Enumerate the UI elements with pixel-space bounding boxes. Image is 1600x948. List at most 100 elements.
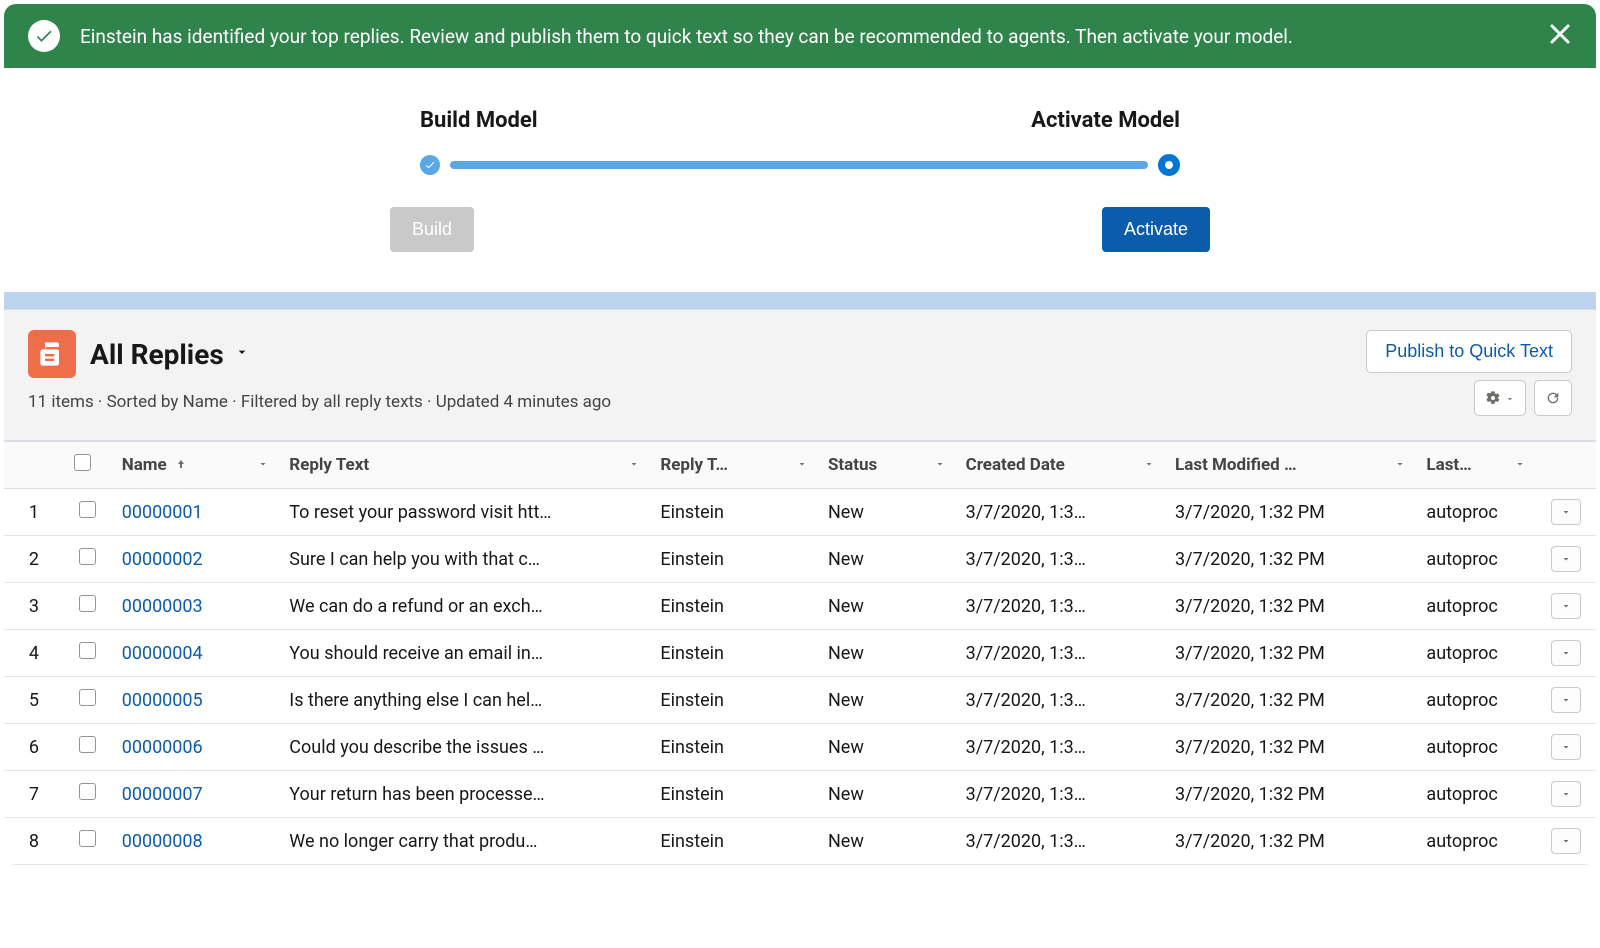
chevron-down-icon[interactable]	[1514, 455, 1526, 475]
row-number: 6	[4, 724, 64, 771]
row-actions-button[interactable]	[1551, 781, 1581, 807]
list-header: All Replies Publish to Quick Text 11 ite…	[4, 310, 1596, 441]
row-actions-button[interactable]	[1551, 734, 1581, 760]
cell-created-date: 3/7/2020, 1:3…	[956, 630, 1165, 677]
cell-status: New	[818, 583, 956, 630]
cell-name[interactable]: 00000006	[112, 724, 280, 771]
row-select[interactable]	[64, 583, 112, 630]
cell-name[interactable]: 00000003	[112, 583, 280, 630]
chevron-down-icon[interactable]	[1143, 455, 1155, 475]
col-header-last-by[interactable]: Last…	[1416, 442, 1536, 489]
col-header-reply-type[interactable]: Reply T…	[650, 442, 818, 489]
chevron-down-icon[interactable]	[628, 455, 640, 475]
col-header-last-modified[interactable]: Last Modified …	[1165, 442, 1416, 489]
checkbox-icon[interactable]	[79, 736, 96, 753]
cell-reply-type: Einstein	[650, 630, 818, 677]
cell-reply-type: Einstein	[650, 677, 818, 724]
progress-node-complete-icon	[420, 155, 440, 175]
progress-step-activate-label: Activate Model	[1031, 108, 1180, 133]
progress-node-current-icon	[1158, 154, 1180, 176]
list-view-title[interactable]: All Replies	[90, 338, 224, 371]
cell-created-date: 3/7/2020, 1:3…	[956, 583, 1165, 630]
row-actions-button[interactable]	[1551, 640, 1581, 666]
cell-reply-type: Einstein	[650, 583, 818, 630]
chevron-down-icon[interactable]	[796, 455, 808, 475]
chevron-down-icon[interactable]	[257, 455, 269, 475]
cell-name[interactable]: 00000002	[112, 536, 280, 583]
cell-name[interactable]: 00000005	[112, 677, 280, 724]
list-view-switcher-icon[interactable]	[234, 344, 250, 364]
row-actions-button[interactable]	[1551, 499, 1581, 525]
cell-actions	[1536, 583, 1596, 630]
activate-button[interactable]: Activate	[1102, 207, 1210, 252]
cell-reply-text: You should receive an email in…	[279, 630, 650, 677]
success-icon	[28, 20, 60, 52]
cell-modified-date: 3/7/2020, 1:32 PM	[1165, 724, 1416, 771]
row-select[interactable]	[64, 818, 112, 865]
publish-to-quick-text-button[interactable]: Publish to Quick Text	[1366, 330, 1572, 373]
checkbox-icon[interactable]	[79, 642, 96, 659]
chevron-down-icon[interactable]	[934, 455, 946, 475]
cell-created-date: 3/7/2020, 1:3…	[956, 724, 1165, 771]
row-select[interactable]	[64, 724, 112, 771]
col-header-reply-text[interactable]: Reply Text	[279, 442, 650, 489]
row-select[interactable]	[64, 489, 112, 536]
row-actions-button[interactable]	[1551, 687, 1581, 713]
cell-modified-date: 3/7/2020, 1:32 PM	[1165, 818, 1416, 865]
checkbox-icon[interactable]	[74, 454, 91, 471]
cell-status: New	[818, 630, 956, 677]
col-header-created-date[interactable]: Created Date	[956, 442, 1165, 489]
col-header-select-all[interactable]	[64, 442, 112, 489]
col-header-status[interactable]: Status	[818, 442, 956, 489]
cell-modified-date: 3/7/2020, 1:32 PM	[1165, 630, 1416, 677]
cell-name[interactable]: 00000007	[112, 771, 280, 818]
row-actions-button[interactable]	[1551, 593, 1581, 619]
cell-reply-text: Could you describe the issues …	[279, 724, 650, 771]
cell-status: New	[818, 771, 956, 818]
cell-created-date: 3/7/2020, 1:3…	[956, 771, 1165, 818]
checkbox-icon[interactable]	[79, 689, 96, 706]
chevron-down-icon[interactable]	[1394, 455, 1406, 475]
cell-actions	[1536, 630, 1596, 677]
list-settings-button[interactable]	[1474, 380, 1526, 416]
banner-close-button[interactable]	[1548, 22, 1572, 50]
banner-message: Einstein has identified your top replies…	[80, 25, 1293, 48]
col-header-name[interactable]: Name	[112, 442, 280, 489]
cell-name[interactable]: 00000004	[112, 630, 280, 677]
row-select[interactable]	[64, 536, 112, 583]
divider-strip	[4, 292, 1596, 310]
cell-name[interactable]: 00000001	[112, 489, 280, 536]
cell-reply-type: Einstein	[650, 724, 818, 771]
row-actions-button[interactable]	[1551, 828, 1581, 854]
cell-name[interactable]: 00000008	[112, 818, 280, 865]
checkbox-icon[interactable]	[79, 595, 96, 612]
col-header-last-label: Last…	[1426, 455, 1471, 475]
cell-reply-type: Einstein	[650, 818, 818, 865]
cell-actions	[1536, 536, 1596, 583]
row-number: 5	[4, 677, 64, 724]
row-select[interactable]	[64, 771, 112, 818]
table-row: 8 00000008 We no longer carry that produ…	[4, 818, 1596, 865]
checkbox-icon[interactable]	[79, 501, 96, 518]
table-row: 3 00000003 We can do a refund or an exch…	[4, 583, 1596, 630]
cell-reply-text: Your return has been processe…	[279, 771, 650, 818]
cell-last-by: autoproc	[1416, 724, 1536, 771]
cell-reply-text: We can do a refund or an exch…	[279, 583, 650, 630]
cell-modified-date: 3/7/2020, 1:32 PM	[1165, 677, 1416, 724]
checkbox-icon[interactable]	[79, 783, 96, 800]
row-actions-button[interactable]	[1551, 546, 1581, 572]
checkbox-icon[interactable]	[79, 830, 96, 847]
cell-status: New	[818, 724, 956, 771]
row-select[interactable]	[64, 677, 112, 724]
cell-last-by: autoproc	[1416, 583, 1536, 630]
cell-modified-date: 3/7/2020, 1:32 PM	[1165, 583, 1416, 630]
table-row: 6 00000006 Could you describe the issues…	[4, 724, 1596, 771]
cell-last-by: autoproc	[1416, 771, 1536, 818]
refresh-button[interactable]	[1534, 380, 1572, 416]
checkbox-icon[interactable]	[79, 548, 96, 565]
cell-reply-type: Einstein	[650, 771, 818, 818]
cell-actions	[1536, 724, 1596, 771]
model-progress-section: Build Model Activate Model Build Activat…	[4, 68, 1596, 292]
row-select[interactable]	[64, 630, 112, 677]
row-number: 3	[4, 583, 64, 630]
